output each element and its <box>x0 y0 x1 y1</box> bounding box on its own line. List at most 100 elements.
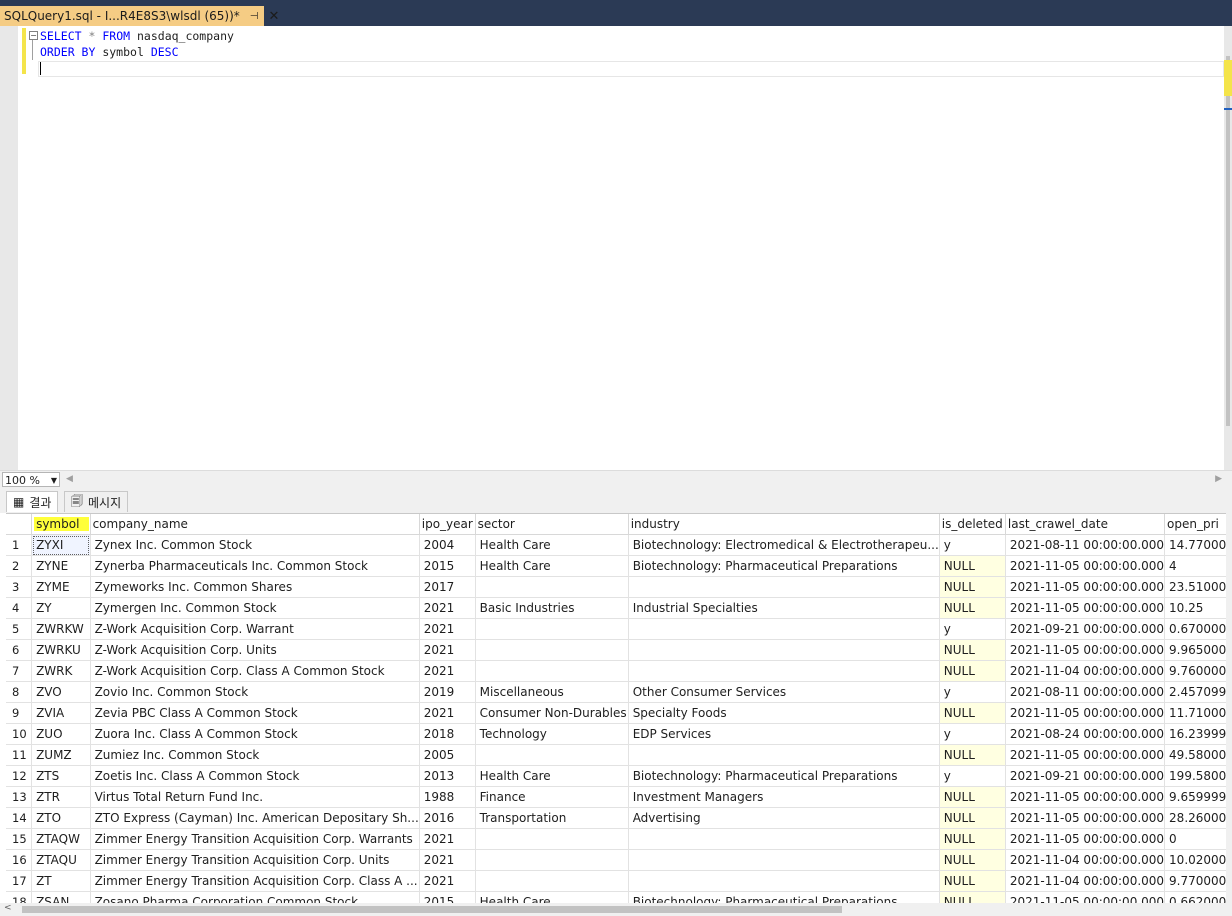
cell-symbol[interactable]: ZVO <box>31 681 91 703</box>
cell-industry[interactable]: Biotechnology: Pharmaceutical Preparatio… <box>628 765 940 787</box>
cell-open-price[interactable]: 9.770000 <box>1164 870 1232 892</box>
grid-vertical-scrollbar[interactable] <box>1226 513 1232 903</box>
cell-last-crawel-date[interactable]: 2021-11-05 00:00:00.000 <box>1005 744 1166 766</box>
table-row[interactable]: 8 ZVO Zovio Inc. Common Stock 2019 Miscellan… <box>6 681 1232 703</box>
editor-vertical-scrollbar[interactable] <box>1224 26 1232 470</box>
column-header-symbol[interactable]: symbol <box>31 514 91 535</box>
table-row[interactable]: 5 ZWRKW Z-Work Acquisition Corp. Warrant 20… <box>6 618 1232 640</box>
row-number[interactable]: 4 <box>6 597 33 619</box>
cell-ipo-year[interactable]: 2021 <box>419 597 476 619</box>
cell-last-crawel-date[interactable]: 2021-11-05 00:00:00.000 <box>1005 555 1166 577</box>
cell-company-name[interactable]: Zevia PBC Class A Common Stock <box>90 702 420 724</box>
cell-is-deleted[interactable]: NULL <box>939 807 1006 829</box>
cell-industry[interactable] <box>628 849 940 871</box>
cell-ipo-year[interactable]: 2017 <box>419 576 476 598</box>
row-number[interactable]: 16 <box>6 849 33 871</box>
cell-symbol[interactable]: ZT <box>31 870 91 892</box>
row-number[interactable]: 9 <box>6 702 33 724</box>
cell-company-name[interactable]: Zimmer Energy Transition Acquisition Cor… <box>90 849 420 871</box>
close-icon[interactable]: ✕ <box>269 9 280 24</box>
cell-industry[interactable]: EDP Services <box>628 723 940 745</box>
table-row[interactable]: 10 ZUO Zuora Inc. Class A Common Stock 2018… <box>6 723 1232 745</box>
sql-editor[interactable]: − SELECT * FROM nasdaq_company ORDER BY … <box>0 26 1232 470</box>
cell-open-price[interactable]: 0 <box>1164 828 1232 850</box>
row-number[interactable]: 13 <box>6 786 33 808</box>
cell-sector[interactable]: Health Care <box>475 534 629 556</box>
editor-scroll-thumb[interactable] <box>1226 56 1230 426</box>
cell-company-name[interactable]: Zymergen Inc. Common Stock <box>90 597 420 619</box>
cell-industry[interactable] <box>628 639 940 661</box>
cell-is-deleted[interactable]: NULL <box>939 786 1006 808</box>
cell-ipo-year[interactable]: 2021 <box>419 618 476 640</box>
scroll-left-icon[interactable]: < <box>4 903 12 913</box>
cell-company-name[interactable]: Zumiez Inc. Common Stock <box>90 744 420 766</box>
editor-horizontal-scrollbar[interactable]: ◀ ▶ <box>66 474 1222 486</box>
table-row[interactable]: 1 ZYXI Zynex Inc. Common Stock 2004 Health C… <box>6 534 1232 556</box>
table-row[interactable]: 17 ZT Zimmer Energy Transition Acquisition… <box>6 870 1232 892</box>
cell-industry[interactable]: Other Consumer Services <box>628 681 940 703</box>
cell-ipo-year[interactable]: 2021 <box>419 849 476 871</box>
cell-last-crawel-date[interactable]: 2021-09-21 00:00:00.000 <box>1005 765 1166 787</box>
row-number[interactable]: 15 <box>6 828 33 850</box>
scroll-right-icon[interactable]: ▶ <box>1215 474 1222 484</box>
cell-is-deleted[interactable]: NULL <box>939 828 1006 850</box>
cell-symbol[interactable]: ZVIA <box>31 702 91 724</box>
pin-icon[interactable]: ⊣ <box>250 11 259 22</box>
cell-last-crawel-date[interactable]: 2021-08-24 00:00:00.000 <box>1005 723 1166 745</box>
cell-company-name[interactable]: Virtus Total Return Fund Inc. <box>90 786 420 808</box>
table-row[interactable]: 2 ZYNE Zynerba Pharmaceuticals Inc. Common… <box>6 555 1232 577</box>
cell-is-deleted[interactable]: NULL <box>939 555 1006 577</box>
cell-open-price[interactable]: 9.760000 <box>1164 660 1232 682</box>
table-row[interactable]: 13 ZTR Virtus Total Return Fund Inc. 1988 Fi… <box>6 786 1232 808</box>
cell-is-deleted[interactable]: NULL <box>939 744 1006 766</box>
table-row[interactable]: 3 ZYME Zymeworks Inc. Common Shares 2017 NUL… <box>6 576 1232 598</box>
cell-ipo-year[interactable]: 2018 <box>419 723 476 745</box>
cell-is-deleted[interactable]: NULL <box>939 870 1006 892</box>
column-header-is-deleted[interactable]: is_deleted <box>939 514 1006 535</box>
cell-ipo-year[interactable]: 2021 <box>419 702 476 724</box>
cell-industry[interactable] <box>628 618 940 640</box>
cell-ipo-year[interactable]: 2016 <box>419 807 476 829</box>
cell-open-price[interactable]: 10.02000 <box>1164 849 1232 871</box>
cell-symbol[interactable]: ZWRK <box>31 660 91 682</box>
cell-company-name[interactable]: Z-Work Acquisition Corp. Units <box>90 639 420 661</box>
cell-sector[interactable] <box>475 828 629 850</box>
cell-ipo-year[interactable]: 2005 <box>419 744 476 766</box>
column-header-last-crawel-date[interactable]: last_crawel_date <box>1005 514 1166 535</box>
cell-last-crawel-date[interactable]: 2021-11-04 00:00:00.000 <box>1005 660 1166 682</box>
cell-sector[interactable]: Technology <box>475 723 629 745</box>
table-row[interactable]: 6 ZWRKU Z-Work Acquisition Corp. Units 2021… <box>6 639 1232 661</box>
column-header-sector[interactable]: sector <box>475 514 629 535</box>
cell-sector[interactable] <box>475 576 629 598</box>
results-grid[interactable]: symbol company_name ipo_year sector indu… <box>6 513 1232 904</box>
row-number[interactable]: 1 <box>6 534 33 556</box>
scroll-left-icon[interactable]: ◀ <box>66 474 73 484</box>
table-row[interactable]: 4 ZY Zymergen Inc. Common Stock 2021 Basic I… <box>6 597 1232 619</box>
row-number[interactable]: 14 <box>6 807 33 829</box>
cell-company-name[interactable]: ZTO Express (Cayman) Inc. American Depos… <box>90 807 420 829</box>
cell-company-name[interactable]: Z-Work Acquisition Corp. Warrant <box>90 618 420 640</box>
cell-ipo-year[interactable]: 2004 <box>419 534 476 556</box>
cell-is-deleted[interactable]: y <box>939 681 1006 703</box>
cell-open-price[interactable]: 199.5800 <box>1164 765 1232 787</box>
cell-industry[interactable]: Investment Managers <box>628 786 940 808</box>
cell-company-name[interactable]: Zynerba Pharmaceuticals Inc. Common Stoc… <box>90 555 420 577</box>
cell-industry[interactable]: Biotechnology: Pharmaceutical Preparatio… <box>628 555 940 577</box>
row-number[interactable]: 17 <box>6 870 33 892</box>
cell-symbol[interactable]: ZYNE <box>31 555 91 577</box>
cell-industry[interactable] <box>628 828 940 850</box>
cell-last-crawel-date[interactable]: 2021-11-04 00:00:00.000 <box>1005 870 1166 892</box>
cell-sector[interactable] <box>475 849 629 871</box>
row-number[interactable]: 3 <box>6 576 33 598</box>
cell-is-deleted[interactable]: y <box>939 618 1006 640</box>
row-number[interactable]: 2 <box>6 555 33 577</box>
cell-sector[interactable]: Finance <box>475 786 629 808</box>
cell-sector[interactable]: Miscellaneous <box>475 681 629 703</box>
cell-sector[interactable] <box>475 618 629 640</box>
cell-open-price[interactable]: 9.659999 <box>1164 786 1232 808</box>
cell-company-name[interactable]: Zimmer Energy Transition Acquisition Cor… <box>90 828 420 850</box>
cell-symbol[interactable]: ZY <box>31 597 91 619</box>
cell-is-deleted[interactable]: y <box>939 723 1006 745</box>
cell-last-crawel-date[interactable]: 2021-09-21 00:00:00.000 <box>1005 618 1166 640</box>
row-number[interactable]: 6 <box>6 639 33 661</box>
